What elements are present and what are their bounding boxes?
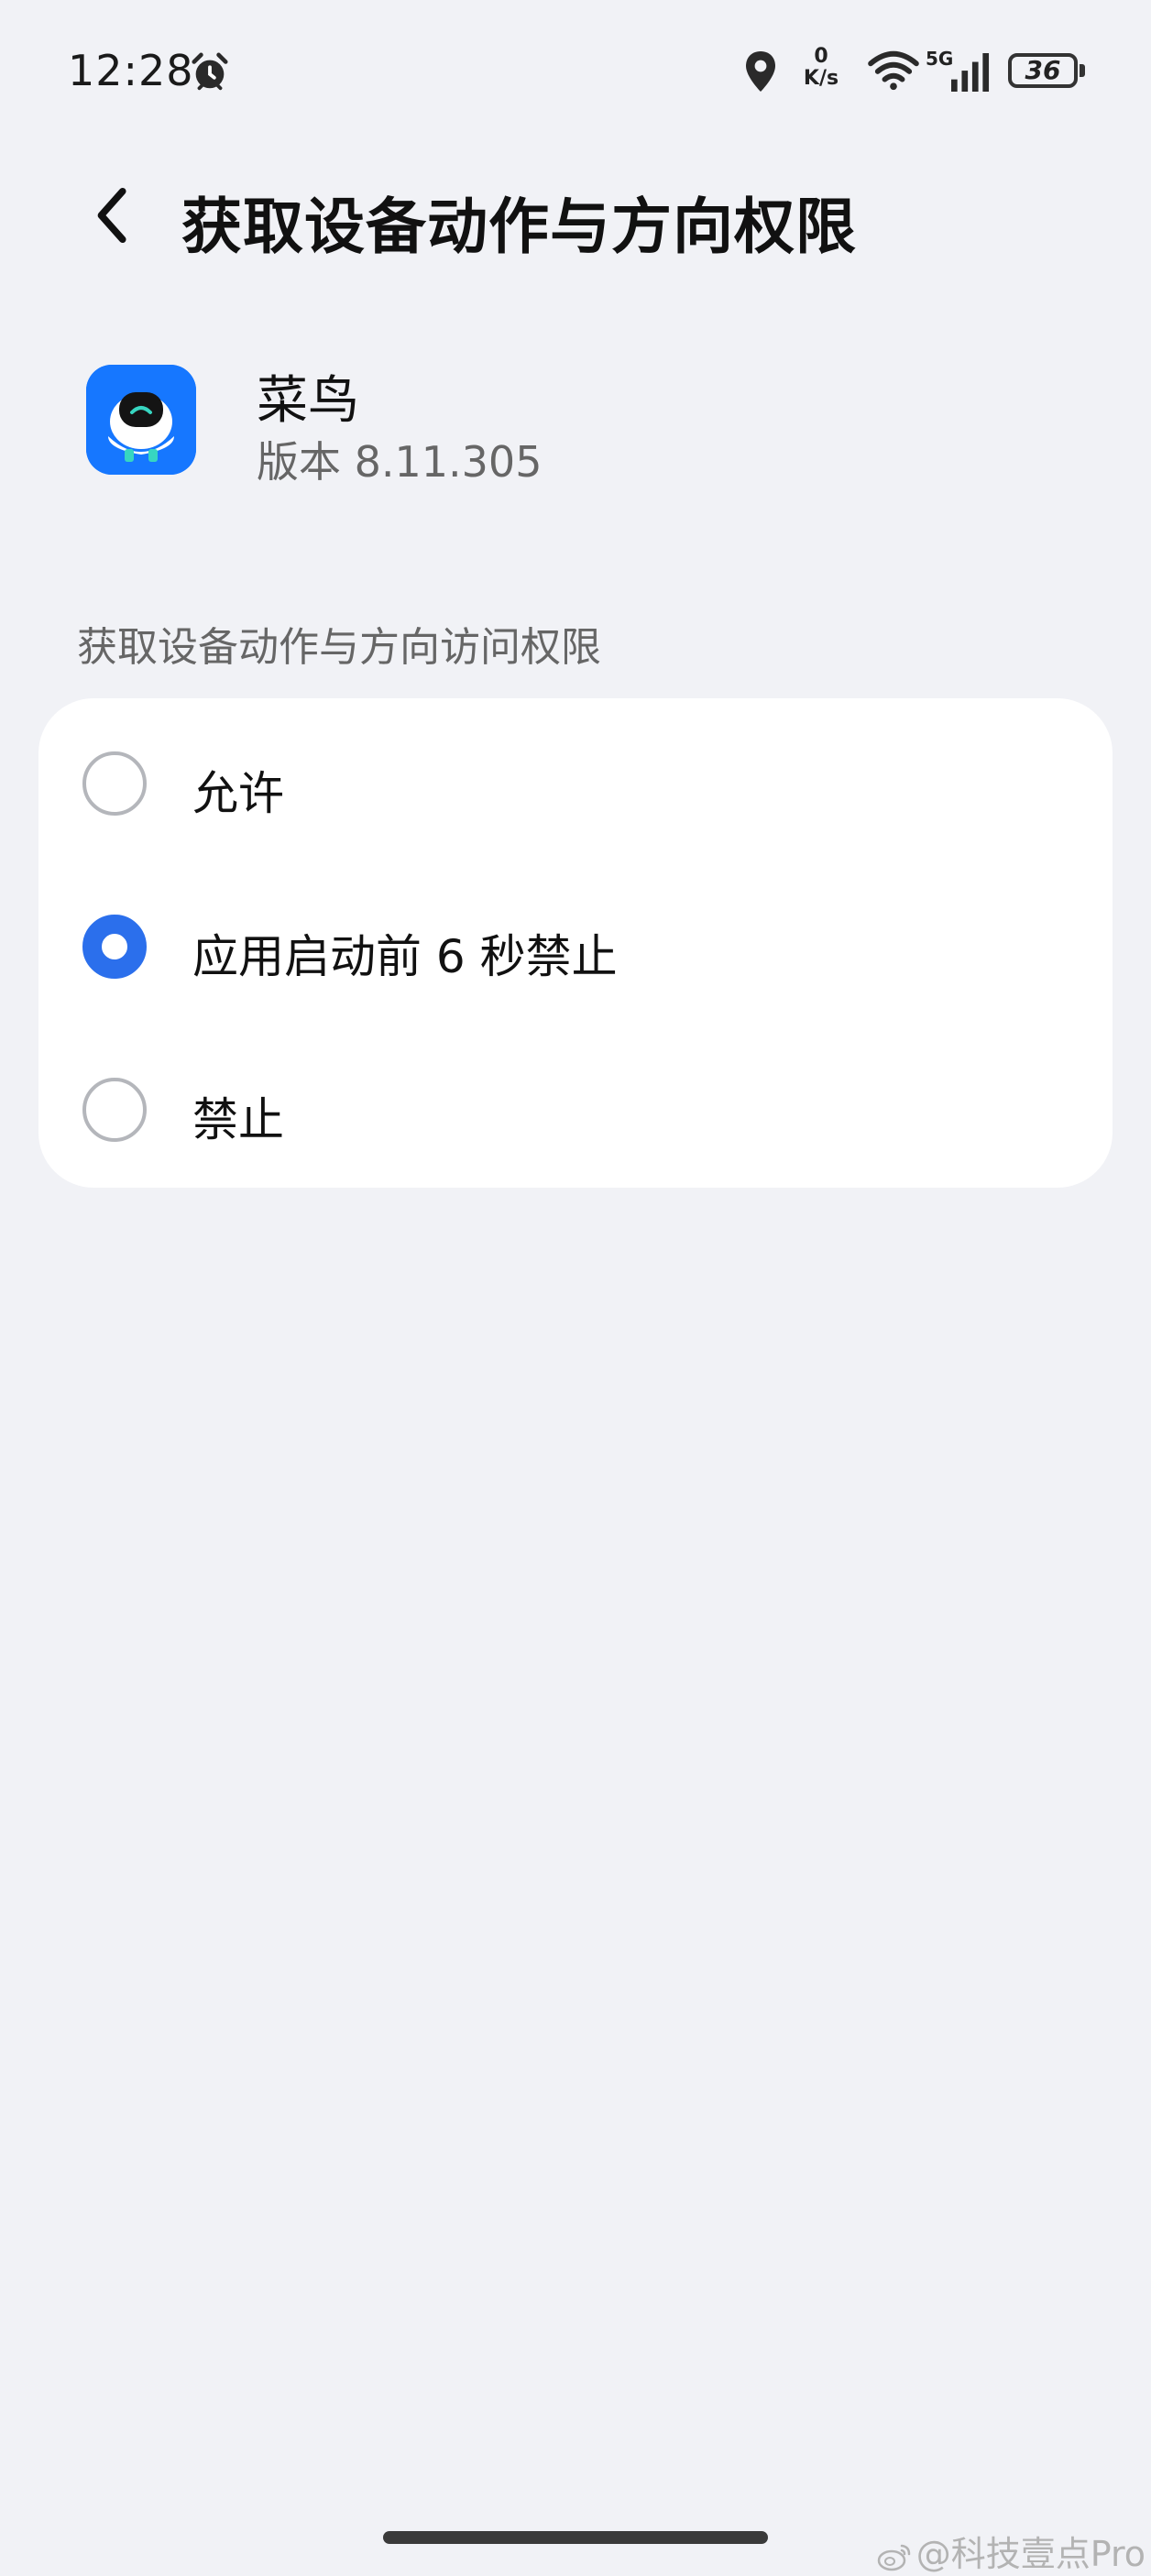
status-bar: 12:28 0 K/s 5G 36 [0, 0, 1151, 147]
battery-icon: 36 [1008, 53, 1078, 88]
home-indicator[interactable] [383, 2531, 768, 2544]
radio-button[interactable] [82, 751, 147, 816]
header: 获取设备动作与方向权限 [0, 165, 1151, 266]
radio-button-selected[interactable] [82, 915, 147, 979]
app-version: 版本 8.11.305 [257, 437, 543, 487]
watermark-text: @科技壹点Pro [915, 2534, 1146, 2574]
app-info: 菜鸟 版本 8.11.305 [86, 365, 1094, 487]
watermark: @科技壹点Pro [876, 2526, 1146, 2576]
battery-tip [1080, 64, 1085, 77]
option-label: 允许 [192, 767, 284, 820]
alarm-icon [192, 52, 228, 91]
wifi-icon [868, 50, 919, 91]
status-time: 12:28 [68, 46, 194, 95]
cainiao-app-icon [86, 365, 196, 475]
location-icon [746, 51, 775, 92]
option-allow[interactable]: 允许 [38, 711, 1113, 849]
option-label: 应用启动前 6 秒禁止 [192, 930, 618, 983]
radio-button[interactable] [82, 1078, 147, 1142]
app-name: 菜鸟 [257, 371, 359, 431]
option-deny-first-6-seconds[interactable]: 应用启动前 6 秒禁止 [38, 874, 1113, 1012]
permission-options-card: 允许 应用启动前 6 秒禁止 禁止 [38, 698, 1113, 1188]
net-speed-unit: K/s [803, 67, 839, 90]
chevron-left-icon[interactable] [82, 183, 147, 247]
option-deny[interactable]: 禁止 [38, 1037, 1113, 1175]
option-label: 禁止 [192, 1093, 284, 1146]
section-label: 获取设备动作与方向访问权限 [77, 624, 601, 671]
battery-level: 36 [1025, 55, 1061, 85]
weibo-icon [877, 2544, 910, 2571]
net-speed-value: 0 [814, 45, 828, 68]
net-speed-indicator: 0 K/s [795, 46, 847, 97]
signal-icon [951, 53, 990, 92]
page-title: 获取设备动作与方向权限 [181, 192, 857, 262]
